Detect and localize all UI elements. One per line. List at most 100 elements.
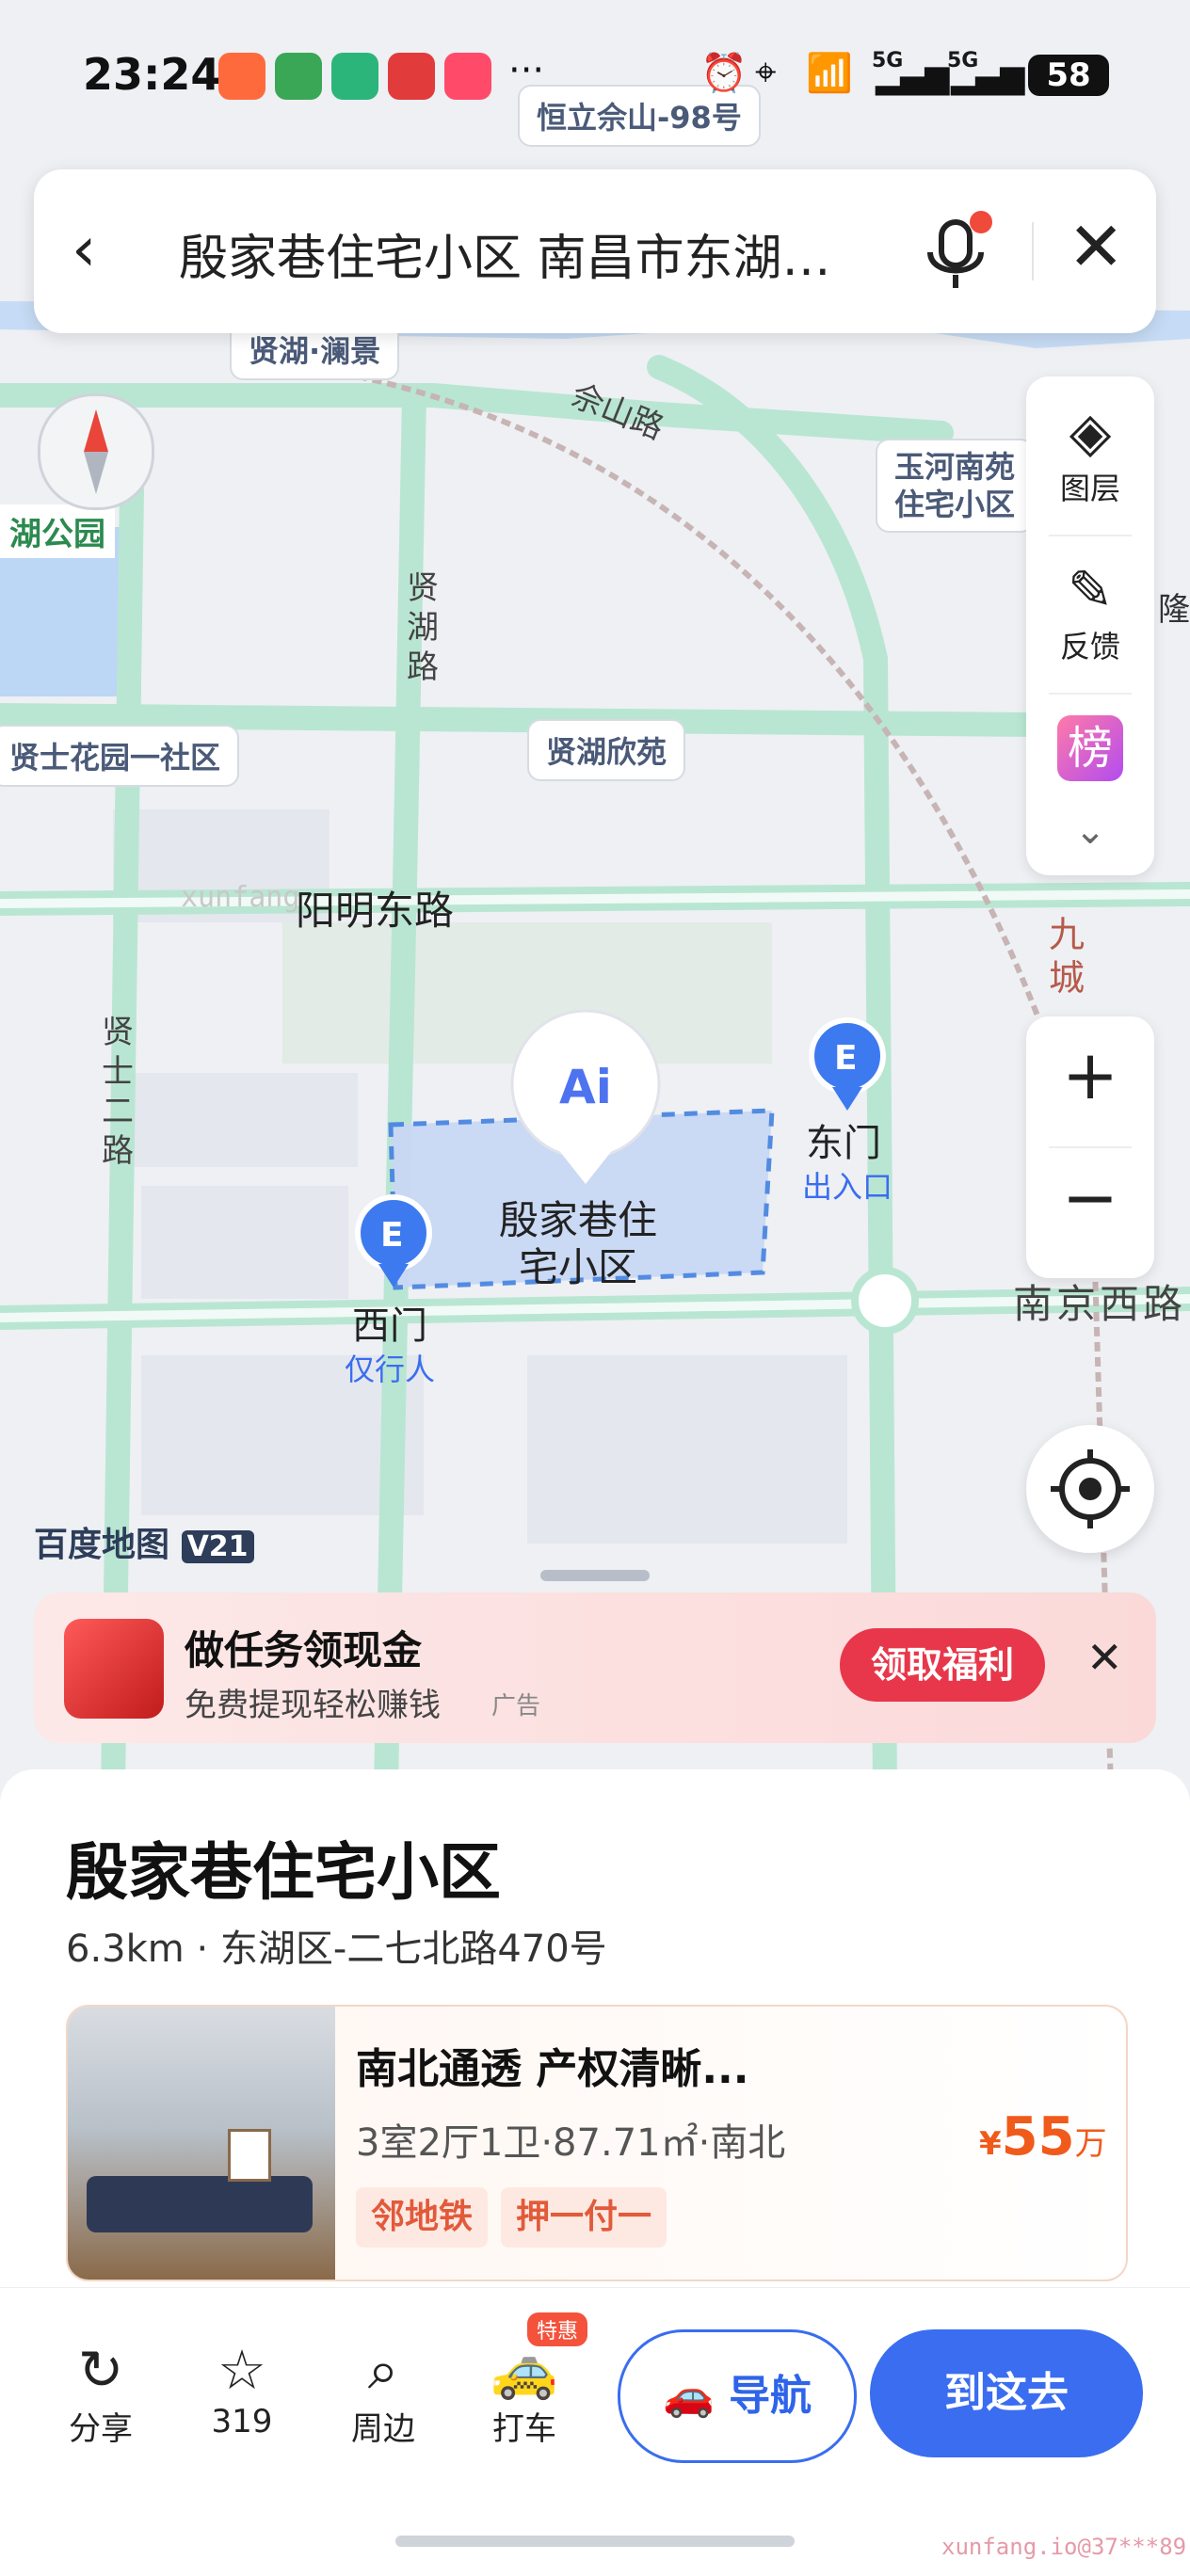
watermark: xunfang.io@37***89	[941, 2534, 1187, 2560]
map-label-long: 隆	[1158, 591, 1190, 629]
search-query[interactable]: 殷家巷住宅小区 南昌市东湖…	[179, 218, 894, 289]
gate-west-sub: 仅行人	[345, 1352, 436, 1387]
red-envelope-icon	[64, 1619, 164, 1719]
alarm-icon: ⏰	[700, 52, 748, 95]
feedback-label: 反馈	[1059, 629, 1120, 664]
road-yangming: 阳明东路	[296, 888, 455, 934]
area-name[interactable]: 殷家巷住 宅小区	[499, 1197, 657, 1291]
svg-text:E: E	[834, 1039, 858, 1078]
map-label-xianshi[interactable]: 贤士花园一社区	[0, 725, 240, 787]
signal-icon: ▂▄▆	[951, 58, 1025, 96]
gate-east[interactable]: 东门	[806, 1112, 881, 1167]
taxi-discount-badge: 特惠	[527, 2312, 588, 2346]
app-notification-icon	[218, 53, 265, 100]
nearby-label: 周边	[351, 2410, 415, 2448]
listing-tag: 邻地铁	[356, 2187, 489, 2248]
navigate-label: 导航	[729, 2372, 812, 2420]
road-xianhu: 贤 湖 路	[407, 569, 439, 686]
ranking-icon: 榜	[1057, 715, 1123, 781]
share-icon: ↻	[77, 2338, 124, 2402]
map-label-xianhu-xinyuan[interactable]: 贤湖欣苑	[527, 719, 686, 781]
location-icon: ⌖	[755, 51, 777, 94]
feedback-button[interactable]: ✎ 反馈	[1026, 557, 1154, 666]
map-logo: 百度地图 V21	[34, 1517, 254, 1566]
search-divider	[1032, 222, 1034, 280]
share-button[interactable]: ↻ 分享	[49, 2337, 153, 2449]
signal-icon: ▂▄▆	[876, 58, 950, 96]
my-location-button[interactable]	[1026, 1425, 1154, 1553]
listing-tag: 押一付一	[501, 2187, 667, 2248]
listing-card[interactable]: 南北通透 产权清晰... 3室2厅1卫·87.71㎡·南北 邻地铁 押一付一 ¥…	[66, 2005, 1128, 2281]
frame-shape	[228, 2129, 271, 2182]
sheet-drag-handle[interactable]	[540, 1570, 650, 1581]
crosshair-icon	[1051, 1449, 1130, 1528]
edit-icon: ✎	[1067, 558, 1114, 622]
map-label-yuhe[interactable]: 玉河南苑 住宅小区	[876, 439, 1035, 533]
claim-reward-button[interactable]: 领取福利	[840, 1628, 1045, 1702]
navigate-button[interactable]: 🚗 导航	[618, 2329, 857, 2463]
road-jiucheng: 九 城	[1049, 914, 1085, 999]
status-bar: 23:24 ··· ⏰ ⌖ 📶 5G ▂▄▆ 5G ▂▄▆ 58	[0, 0, 1190, 141]
voice-search-button[interactable]	[919, 209, 994, 294]
app-notification-icon	[388, 53, 435, 100]
taxi-icon: 🚕	[490, 2338, 559, 2402]
car-icon: 🚗	[662, 2372, 715, 2420]
zoom-control: + −	[1026, 1016, 1154, 1278]
chevron-down-icon: ⌄	[1074, 809, 1106, 853]
layers-label: 图层	[1059, 471, 1120, 506]
svg-text:E: E	[380, 1216, 404, 1255]
ad-banner[interactable]: 做任务领现金 免费提现轻松赚钱 广告 领取福利 ✕	[34, 1592, 1156, 1743]
map-label-park[interactable]: 湖公园	[0, 504, 115, 558]
bottom-action-bar: ↻ 分享 ☆ 319 ⌕ 周边 🚕 打车 特惠 🚗 导航 到这去	[0, 2287, 1190, 2576]
layers-button[interactable]: ◈ 图层	[1026, 399, 1154, 508]
sofa-shape	[87, 2176, 313, 2232]
status-time: 23:24	[83, 49, 221, 100]
compass-icon	[84, 409, 108, 494]
ad-tag: 广告	[491, 1692, 541, 1720]
tools-divider	[1049, 535, 1132, 536]
app-notification-icon	[331, 53, 378, 100]
battery-indicator: 58	[1028, 55, 1109, 96]
map-watermark: xunfang	[181, 881, 300, 914]
ranking-button[interactable]: 榜	[1026, 715, 1154, 781]
expand-tools-button[interactable]: ⌄	[1026, 809, 1154, 853]
listing-price: ¥55万	[979, 2106, 1107, 2168]
place-name: 殷家巷住宅小区	[66, 1836, 501, 1909]
zoom-out-button[interactable]: −	[1026, 1158, 1154, 1237]
minus-icon: −	[1061, 1158, 1119, 1237]
price-value: 55	[1001, 2106, 1075, 2168]
close-icon[interactable]: ✕	[1068, 207, 1124, 286]
home-indicator[interactable]	[395, 2536, 795, 2547]
price-unit: 万	[1074, 2125, 1107, 2163]
place-info: 6.3km · 东湖区-二七北路470号	[66, 1928, 607, 1971]
price-symbol: ¥	[979, 2125, 1002, 2163]
gate-west[interactable]: 西门	[352, 1295, 427, 1350]
plus-icon: +	[1061, 1035, 1119, 1114]
zoom-divider	[1049, 1146, 1132, 1148]
road-xianshi-er: 贤 士 二 路	[102, 1014, 134, 1170]
favorite-count: 319	[211, 2403, 273, 2440]
taxi-button[interactable]: 🚕 打车	[473, 2337, 576, 2449]
listing-title: 南北通透 产权清晰...	[356, 2045, 749, 2093]
road-nanjing: 南京西路	[1013, 1281, 1187, 1327]
tools-divider	[1049, 693, 1132, 695]
map-version: V21	[181, 1530, 254, 1563]
taxi-label: 打车	[492, 2410, 556, 2448]
nearby-button[interactable]: ⌕ 周边	[331, 2337, 435, 2449]
ad-title: 做任务领现金	[185, 1627, 423, 1673]
microphone-icon	[927, 211, 992, 288]
app-notification-icon	[275, 53, 322, 100]
layers-icon: ◈	[1069, 400, 1112, 464]
go-here-button[interactable]: 到这去	[870, 2329, 1143, 2457]
listing-detail: 3室2厅1卫·87.71㎡·南北	[356, 2121, 786, 2165]
favorite-button[interactable]: ☆ 319	[190, 2337, 294, 2440]
zoom-in-button[interactable]: +	[1026, 1035, 1154, 1114]
compass-button[interactable]	[38, 393, 154, 510]
svg-text:Ai: Ai	[559, 1060, 612, 1114]
star-icon: ☆	[217, 2338, 266, 2402]
back-icon[interactable]: ‹	[72, 213, 96, 285]
map-logo-text: 百度地图	[34, 1526, 170, 1564]
map-tools-panel: ◈ 图层 ✎ 反馈 榜 ⌄	[1026, 376, 1154, 875]
search-bar[interactable]: ‹ 殷家巷住宅小区 南昌市东湖… ✕	[34, 169, 1156, 333]
close-ad-icon[interactable]: ✕	[1086, 1632, 1123, 1683]
